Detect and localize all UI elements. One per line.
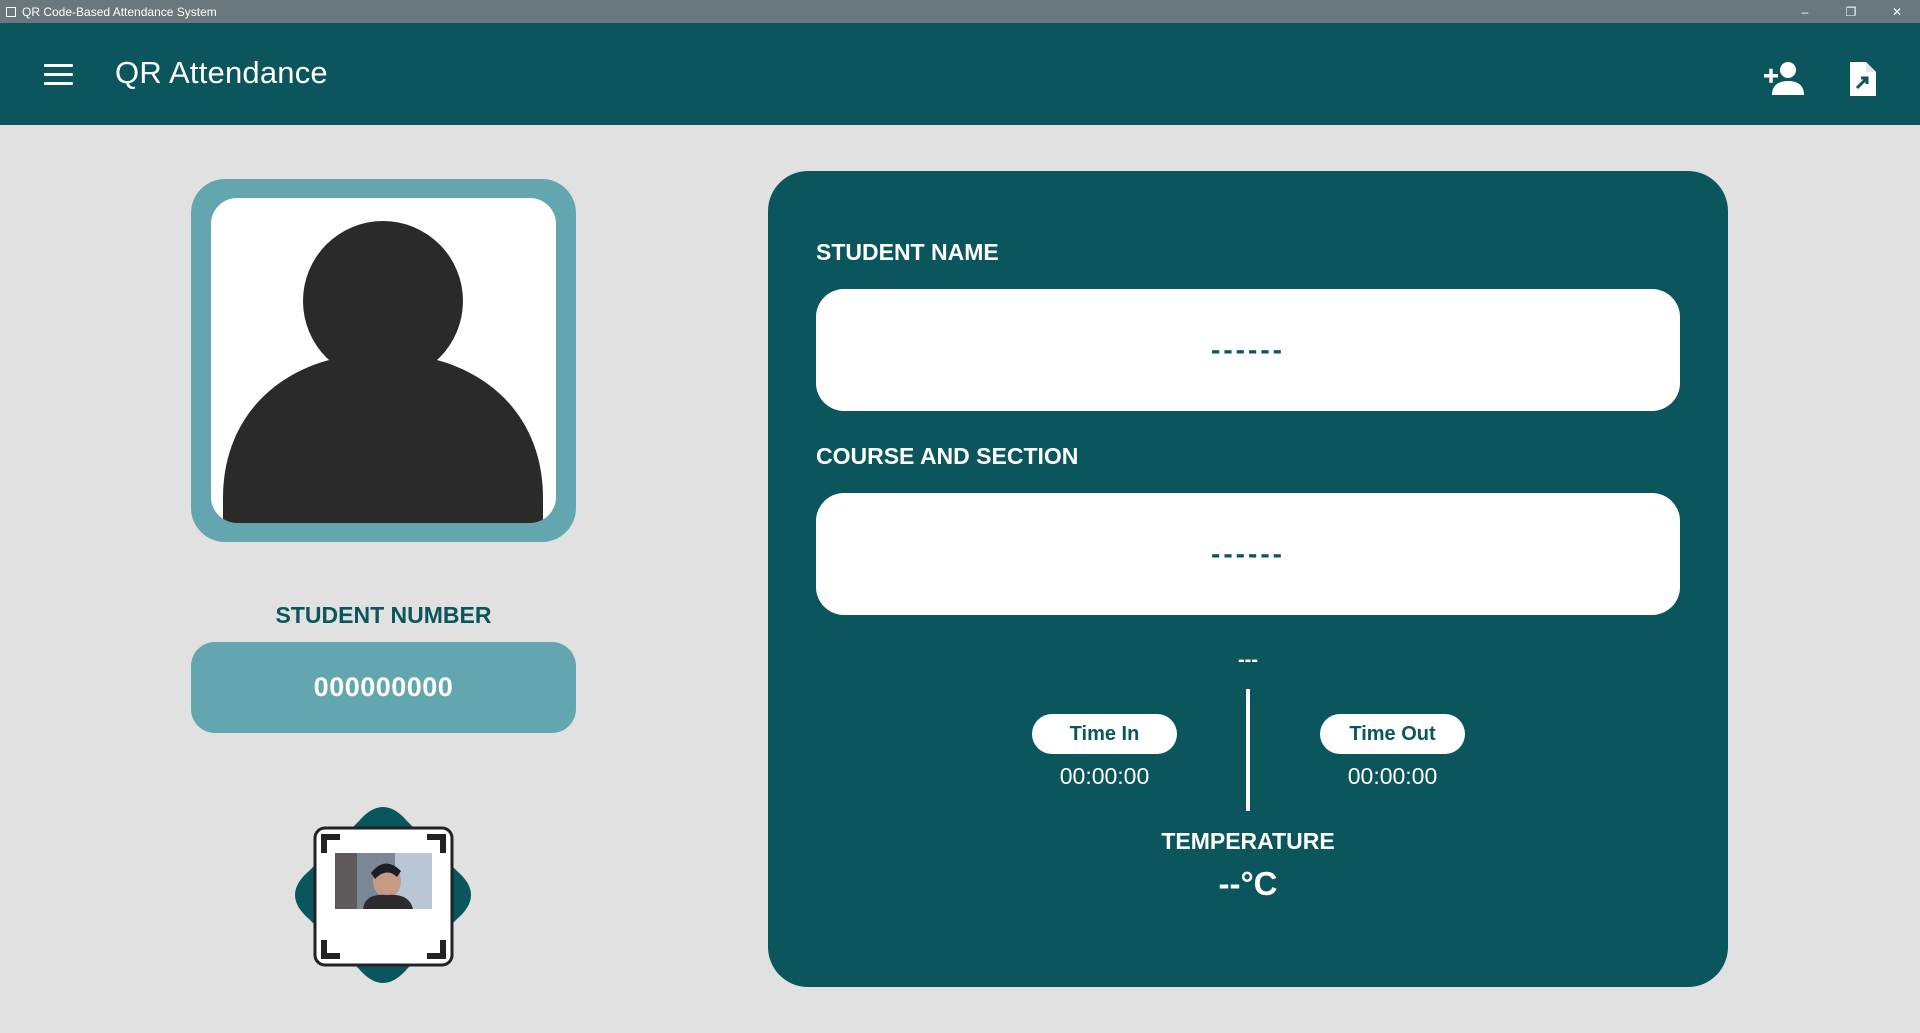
add-user-icon[interactable] <box>1762 59 1806 99</box>
temperature-label: TEMPERATURE <box>1161 828 1335 854</box>
time-divider <box>1246 689 1250 811</box>
hamburger-menu-icon[interactable] <box>38 57 78 91</box>
attendance-status: --- <box>1238 649 1258 671</box>
time-in-value: 00:00:00 <box>1059 763 1150 789</box>
temperature-value: --°C <box>1218 865 1278 902</box>
restore-button[interactable]: ❐ <box>1828 0 1874 23</box>
student-name-field: ------ <box>816 289 1680 411</box>
window-title: QR Code-Based Attendance System <box>22 4 217 19</box>
camera-preview <box>335 853 432 909</box>
app-bar: QR Attendance <box>0 23 1920 125</box>
export-file-icon[interactable] <box>1840 59 1884 99</box>
app-icon <box>6 6 16 17</box>
student-number-value: 000000000 <box>191 642 576 733</box>
time-out-badge: Time Out <box>1320 714 1465 754</box>
avatar-placeholder-icon <box>223 221 543 523</box>
student-photo-frame <box>191 179 576 542</box>
close-button[interactable]: ✕ <box>1874 0 1920 23</box>
student-name-label: STUDENT NAME <box>816 239 999 265</box>
app-title: QR Attendance <box>115 55 328 90</box>
minimize-button[interactable]: – <box>1782 0 1828 23</box>
student-photo <box>211 198 556 523</box>
course-section-field: ------ <box>816 493 1680 615</box>
window-controls: – ❐ ✕ <box>1782 0 1920 23</box>
student-info-panel: STUDENT NAME ------ COURSE AND SECTION -… <box>768 171 1728 987</box>
time-out-value: 00:00:00 <box>1347 763 1438 789</box>
qr-scanner-button[interactable] <box>291 803 476 988</box>
time-in-badge: Time In <box>1032 714 1177 754</box>
course-section-label: COURSE AND SECTION <box>816 443 1079 469</box>
window-titlebar: QR Code-Based Attendance System – ❐ ✕ <box>0 0 1920 23</box>
student-number-label: STUDENT NUMBER <box>275 602 492 628</box>
